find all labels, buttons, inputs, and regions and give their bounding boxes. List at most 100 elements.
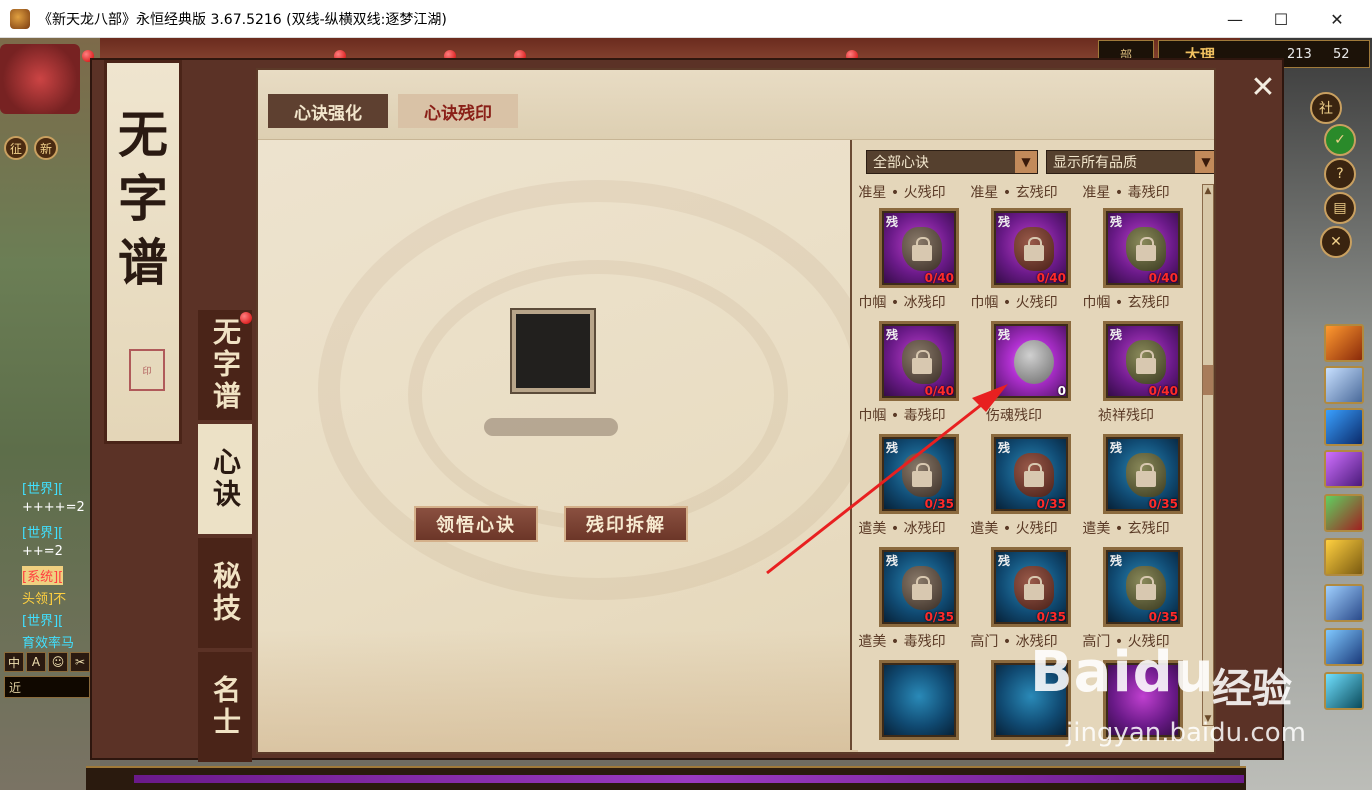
scroll-down-icon[interactable]: ▼ [1203, 713, 1213, 725]
fragment-item[interactable]: 残 0/40 [1103, 208, 1183, 288]
side-tab-miji[interactable]: 秘技 [198, 538, 252, 648]
fragment-item[interactable]: 残 0/40 [879, 208, 959, 288]
fragment-mark: 残 [886, 328, 899, 342]
fragment-item[interactable]: 残 0/35 [991, 547, 1071, 627]
fragment-item[interactable]: 残 0/35 [991, 434, 1071, 514]
item-label: 祯祥残印 [1098, 408, 1154, 424]
dialog-close-button[interactable]: ✕ [1244, 68, 1282, 106]
book-icon[interactable]: ▤ [1324, 192, 1356, 224]
screen: 《新天龙八部》永恒经典版 3.67.5216 (双线-纵横双线:逐梦江湖) — … [0, 0, 1372, 790]
side-tab-wuzipu[interactable]: 无字谱 [198, 310, 252, 420]
tab-xinjue-qianghua[interactable]: 心诀强化 [268, 94, 388, 128]
fragment-item[interactable]: 残 0/35 [1103, 547, 1183, 627]
comprehend-button[interactable]: 领悟心诀 [414, 506, 538, 542]
social-button[interactable]: 社 [1310, 92, 1342, 124]
fragment-count: 0/35 [1036, 497, 1066, 511]
item-label: 巾帼 • 冰残印 [858, 295, 946, 311]
fragment-count: 0 [1057, 384, 1066, 398]
quality-dropdown[interactable]: 显示所有品质 ▼ [1046, 150, 1214, 174]
chat-panel: [世界][ ++++=2 [世界][ ++=2 [系统][ 头领]不 [世界][… [0, 478, 92, 748]
swords-icon[interactable]: ✕ [1320, 226, 1352, 258]
list-scrollbar[interactable]: ▲ ▼ [1202, 184, 1214, 726]
zheng-button[interactable]: 征 [4, 136, 28, 160]
fragment-item[interactable]: 残 0/35 [879, 547, 959, 627]
dismantle-button[interactable]: 残印拆解 [564, 506, 688, 542]
item-label: 巾帼 • 毒残印 [858, 408, 946, 424]
game-viewport: 征 新 部 大理 213 52 社 ✓ ? ▤ ✕ [世界][ ++++=2 [… [0, 38, 1372, 790]
side-tab-xinjue[interactable]: 心诀 [198, 424, 252, 534]
title-scroll: 无字谱 印 [104, 60, 182, 444]
lock-icon [912, 237, 932, 261]
fragment-mark: 残 [998, 554, 1011, 568]
lock-icon [1024, 463, 1044, 487]
chat-message: [世界][ [22, 482, 64, 497]
chat-channel-button[interactable]: 中 [4, 652, 24, 672]
notification-dot [240, 312, 252, 324]
fragment-mark: 残 [886, 215, 899, 229]
window-titlebar: 《新天龙八部》永恒经典版 3.67.5216 (双线-纵横双线:逐梦江湖) — … [0, 0, 1372, 38]
chat-emoji-icon[interactable]: ☺ [48, 652, 68, 672]
chat-cut-icon[interactable]: ✂ [70, 652, 90, 672]
fragment-item[interactable] [991, 660, 1071, 740]
fragment-count: 0/35 [1036, 610, 1066, 624]
background-ornament [408, 260, 788, 530]
window-close-button[interactable]: ✕ [1314, 0, 1360, 38]
fragment-mark: 残 [886, 554, 899, 568]
maximize-button[interactable]: ☐ [1258, 0, 1304, 38]
skill-slot-poison-icon[interactable] [1324, 494, 1364, 532]
help-button[interactable]: ? [1324, 158, 1356, 190]
fragment-stone-icon [1014, 340, 1054, 384]
fragment-count: 0/35 [924, 610, 954, 624]
scroll-thumb[interactable] [1203, 365, 1213, 395]
skill-slot-fire-icon[interactable] [1324, 324, 1364, 362]
fragment-item[interactable]: 残 0/40 [879, 321, 959, 401]
window-title: 《新天龙八部》永恒经典版 3.67.5216 (双线-纵横双线:逐梦江湖) [38, 11, 447, 28]
fragment-item[interactable] [879, 660, 959, 740]
chat-font-button[interactable]: A [26, 652, 46, 672]
item-label: 伤魂残印 [986, 408, 1042, 424]
coord-y: 52 [1333, 46, 1350, 62]
lock-icon [1024, 237, 1044, 261]
skill-slot-vortex-icon[interactable] [1324, 450, 1364, 488]
fragment-count: 0/40 [1148, 271, 1178, 285]
player-portrait[interactable] [0, 44, 80, 114]
fragment-item[interactable]: 残 0/35 [879, 434, 959, 514]
skill-slot-lightning-icon[interactable] [1324, 628, 1364, 666]
lock-icon [912, 576, 932, 600]
fragment-item[interactable]: 残0 [991, 321, 1071, 401]
fragment-item[interactable]: 残 0/40 [1103, 321, 1183, 401]
tab-xinjue-canyin[interactable]: 心诀残印 [398, 94, 518, 128]
chat-message: [世界][ [22, 614, 64, 629]
fragment-item[interactable] [1103, 660, 1183, 740]
confirm-icon[interactable]: ✓ [1324, 124, 1356, 156]
item-label: 准星 • 玄残印 [970, 185, 1058, 201]
fragment-count: 0/40 [924, 384, 954, 398]
lock-icon [912, 463, 932, 487]
fragment-grid: 准星 • 火残印 准星 • 玄残印 准星 • 毒残印残 0/40 巾帼 • 冰残印残 0/… [852, 180, 1202, 746]
dialog-title: 无字谱 [118, 105, 168, 292]
experience-bar [86, 766, 1246, 790]
category-dropdown[interactable]: 全部心诀 ▼ [866, 150, 1038, 174]
fragment-count: 0/40 [924, 271, 954, 285]
skill-slot-gold-icon[interactable] [1324, 538, 1364, 576]
skill-slot-frost-icon[interactable] [1324, 672, 1364, 710]
lock-icon [912, 350, 932, 374]
skill-slot-wind-icon[interactable] [1324, 584, 1364, 622]
skill-slot-ice-icon[interactable] [1324, 366, 1364, 404]
lock-icon [1024, 576, 1044, 600]
fragment-mark: 残 [998, 215, 1011, 229]
fragment-item[interactable]: 残 0/40 [991, 208, 1071, 288]
skill-slot-water-icon[interactable] [1324, 408, 1364, 446]
scroll-up-icon[interactable]: ▲ [1203, 185, 1213, 197]
selected-item-name [484, 418, 618, 436]
chat-toolbar: 中 A ☺ ✂ [4, 652, 90, 672]
side-tab-mingshi[interactable]: 名士 [198, 652, 252, 762]
selected-item-slot[interactable] [512, 310, 594, 392]
minimize-button[interactable]: — [1212, 0, 1258, 38]
xin-button[interactable]: 新 [34, 136, 58, 160]
fragment-item[interactable]: 残 0/35 [1103, 434, 1183, 514]
chat-message: [世界][ [22, 526, 64, 541]
chat-input[interactable]: 近 [4, 676, 90, 698]
fragment-count: 0/35 [924, 497, 954, 511]
fragment-mark: 残 [998, 328, 1011, 342]
